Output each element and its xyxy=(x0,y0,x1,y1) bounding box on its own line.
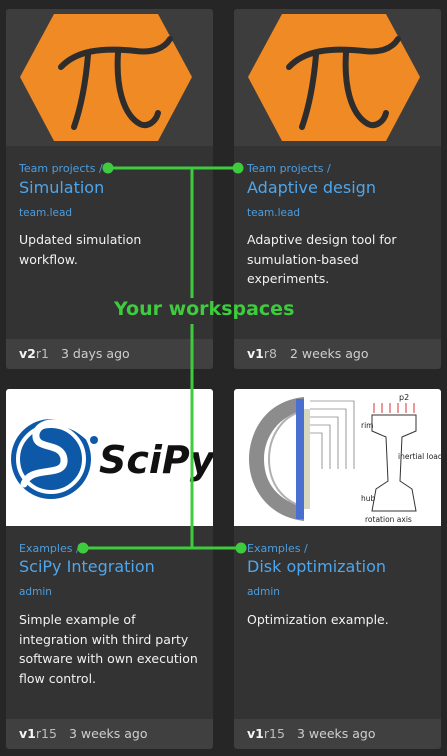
annotation-label: Your workspaces xyxy=(114,298,295,320)
workspace-annotation-lines xyxy=(77,162,247,554)
